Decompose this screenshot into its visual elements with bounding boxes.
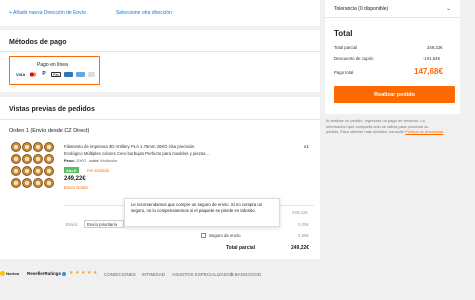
summary-subtotal-label: Total parcial [334,45,357,50]
sale-badge: SALE [64,167,79,173]
star-icon: ★ [81,270,86,276]
footer-link-terms[interactable]: CONDICIONES [104,272,136,277]
insurance-value: 2,99€ [298,233,309,238]
paypal-icon: P [40,72,48,77]
color-label: color: [89,158,100,163]
summary-subtotal-value: 249,22€ [427,45,443,50]
star-icon: ★ [75,270,80,276]
select-address-link[interactable]: Seleccione otra dirección [116,10,172,16]
payment-title: Métodos de pago [9,39,67,46]
free-shipping: Envío Gratis [64,185,88,190]
footer: Norton ResellerRatings ★ ★ ★ ★ ★ CONDICI… [0,266,475,286]
product-attributes: Peso: 20KG color: Multicolor [64,158,117,163]
star-icon: ★ [87,270,92,276]
insurance-label[interactable]: Seguro de envío [209,233,241,238]
shipping-value: 0,00€ [298,222,309,227]
payment-card: Métodos de pago Pago en línea VISA P Pay [0,30,320,92]
product-price: 249,22€ [64,176,86,182]
payment-option-label: Pago en línea [37,62,68,68]
preview-divider [0,119,320,120]
insurance-checkbox[interactable] [201,233,206,238]
other-icon [88,72,95,77]
vat-text: IVA incluido [87,168,110,173]
order-label: Orden 1 (Envío desde CZ Direct) [9,128,90,134]
footer-link-specialized[interactable]: ASUNTOS ESPECIALIZADOS [172,272,234,277]
tolerance-label: Tolerancia (0 disponible) [334,6,389,12]
legal-text: Al realizar un pedido, ingresará un pago… [326,118,466,135]
pay-total-value: 147,68€ [414,67,443,76]
coupon-value: -101,54€ [423,56,440,61]
weight-value: 20KG [76,158,87,163]
product-name-line2[interactable]: Ecológico Múltiples colores Cero burbuja… [64,151,209,156]
summary-top-divider [325,17,460,18]
norton-check-icon [0,271,5,277]
row-subtotal-value: 249,22€ [292,210,308,215]
quantity: x1 [304,144,309,149]
weight-label: Peso: [64,158,75,163]
shipping-label: Envío: [66,222,79,227]
preview-title: Vistas previas de pedidos [9,106,95,113]
tooltip-text: Le recomendamos que compre un seguro de … [131,202,263,213]
reseller-ratings-badge[interactable]: ResellerRatings [27,271,67,276]
summary-title: Total [334,29,353,38]
shipping-option: Envío prioritario [87,221,118,227]
color-value: Multicolor [100,158,118,163]
verified-icon [62,271,67,276]
shipping-select[interactable]: Envío prioritario [84,220,124,228]
chevron-down-icon[interactable]: ⌄ [446,5,451,12]
summary-card: Tolerancia (0 disponible) ⌄ Total Total … [325,0,460,114]
place-order-label: Realizar pedido [374,91,415,98]
footer-copyright: © BANGGOOD [230,272,262,277]
total-value: 249,22€ [291,245,310,251]
mastercard-icon [29,72,37,77]
footer-link-privacy[interactable]: INTIMIDAD [142,272,165,277]
visa-icon: VISA [16,72,26,77]
add-address-link[interactable]: + Añadir nueva Dirección de Envío [9,10,86,16]
payment-divider [0,51,320,52]
product-name-line1[interactable]: Filamento de impresoa 3D Artillery PLA 1… [64,144,194,149]
address-card: + Añadir nueva Dirección de Envío Selecc… [0,0,320,26]
amex-icon [64,72,73,77]
applepay-icon: Pay [51,72,61,77]
star-icon: ★ [69,270,74,276]
total-label: Total parcial [226,245,256,251]
norton-badge[interactable]: Norton [0,271,19,277]
star-icon: ★ [93,270,98,276]
coupon-label: Descuento de cupón [334,56,374,61]
privacy-policy-link[interactable]: Política de privacidad [405,129,443,134]
order-preview-card: Vistas previas de pedidos Orden 1 (Envío… [0,97,320,259]
pay-total-label: Pago total [334,70,354,75]
place-order-button[interactable]: Realizar pedido [334,86,455,103]
card-icon [76,72,85,77]
product-image[interactable] [11,142,58,192]
payment-option-online[interactable]: Pago en línea VISA P Pay [9,56,100,85]
legal-line3: pedido. Para obtener más detalles, consu… [326,129,444,135]
insurance-tooltip: Le recomendamos que compre un seguro de … [124,198,280,227]
